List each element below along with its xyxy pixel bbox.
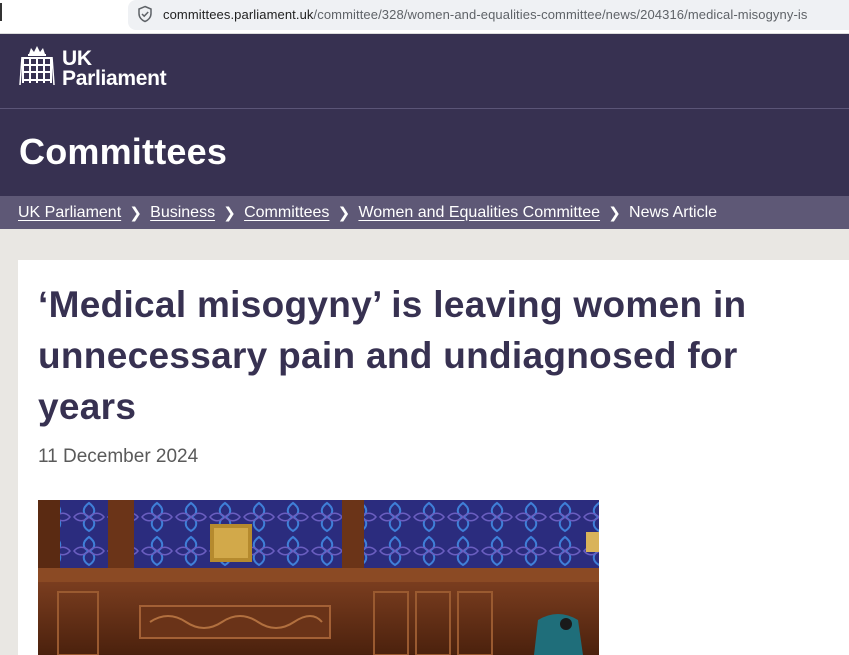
- chevron-right-icon: ❯: [223, 204, 236, 222]
- logo-line-uk: UK: [62, 47, 92, 70]
- section-title[interactable]: Committees: [19, 131, 227, 173]
- breadcrumb-women-equalities-committee[interactable]: Women and Equalities Committee: [358, 204, 600, 222]
- logo-text: UK Parliament: [62, 47, 167, 90]
- header-divider: [0, 108, 849, 109]
- window-edge: [0, 3, 2, 21]
- chevron-right-icon: ❯: [337, 204, 351, 222]
- logo-line-parliament: Parliament: [62, 67, 167, 90]
- breadcrumb-current: News Article: [629, 203, 718, 221]
- article-card: ‘Medical misogyny’ is leaving women in u…: [18, 260, 849, 655]
- breadcrumb-committees[interactable]: Committees: [244, 204, 329, 222]
- chevron-right-icon: ❯: [129, 204, 142, 222]
- breadcrumb-uk-parliament[interactable]: UK Parliament: [18, 204, 121, 222]
- breadcrumb-business[interactable]: Business: [150, 204, 215, 222]
- chevron-right-icon: ❯: [608, 204, 621, 222]
- portcullis-icon: [19, 46, 55, 86]
- url-text[interactable]: committees.parliament.uk/committee/328/w…: [163, 7, 807, 22]
- browser-address-bar: committees.parliament.uk/committee/328/w…: [0, 0, 849, 34]
- committee-room-photo: [38, 500, 599, 655]
- article-date: 11 December 2024: [38, 446, 199, 467]
- url-host: committees.parliament.uk: [163, 7, 314, 22]
- shield-check-icon[interactable]: [136, 5, 154, 23]
- url-path: /committee/328/women-and-equalities-comm…: [313, 7, 808, 22]
- site-header: UK Parliament Committees: [0, 34, 849, 196]
- breadcrumb: UK Parliament ❯ Business ❯ Committees ❯ …: [0, 196, 849, 229]
- article-title: ‘Medical misogyny’ is leaving women in u…: [38, 284, 747, 427]
